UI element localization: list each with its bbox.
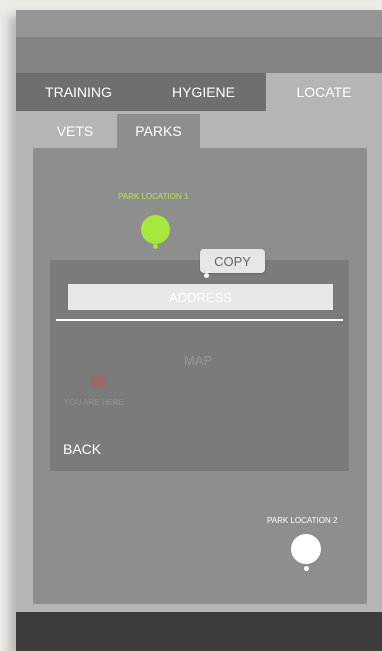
bottom-bar — [16, 612, 382, 651]
copy-pointer — [204, 273, 209, 278]
park-location-2-pin-point — [304, 566, 309, 571]
map-label: MAP — [184, 353, 213, 368]
tab-training[interactable]: TRAINING — [16, 73, 141, 111]
park-location-2-pin-icon[interactable] — [291, 534, 321, 564]
park-location-1-pin-icon[interactable] — [141, 215, 170, 244]
address-field[interactable]: ADDRESS — [68, 284, 333, 310]
subtab-vets[interactable]: VETS — [33, 114, 117, 148]
back-button[interactable]: BACK — [63, 441, 101, 457]
status-bar — [16, 10, 382, 37]
tab-locate[interactable]: LOCATE — [266, 73, 382, 111]
park-location-1-pin-point — [153, 244, 158, 249]
subtab-parks[interactable]: PARKS — [117, 114, 200, 148]
title-bar — [16, 37, 382, 73]
park-location-2-label: PARK LOCATION 2 — [267, 516, 338, 525]
you-are-here-marker-icon — [91, 374, 106, 389]
app-screen: TRAINING HYGIENE LOCATE VETS PARKS PARK … — [16, 10, 382, 651]
you-are-here-label: YOU ARE HERE — [64, 398, 125, 407]
tab-hygiene[interactable]: HYGIENE — [141, 73, 266, 111]
divider — [56, 319, 343, 321]
copy-button[interactable]: COPY — [200, 249, 265, 273]
main-tabs: TRAINING HYGIENE LOCATE — [16, 73, 382, 111]
park-location-1-label: PARK LOCATION 1 — [118, 192, 189, 201]
